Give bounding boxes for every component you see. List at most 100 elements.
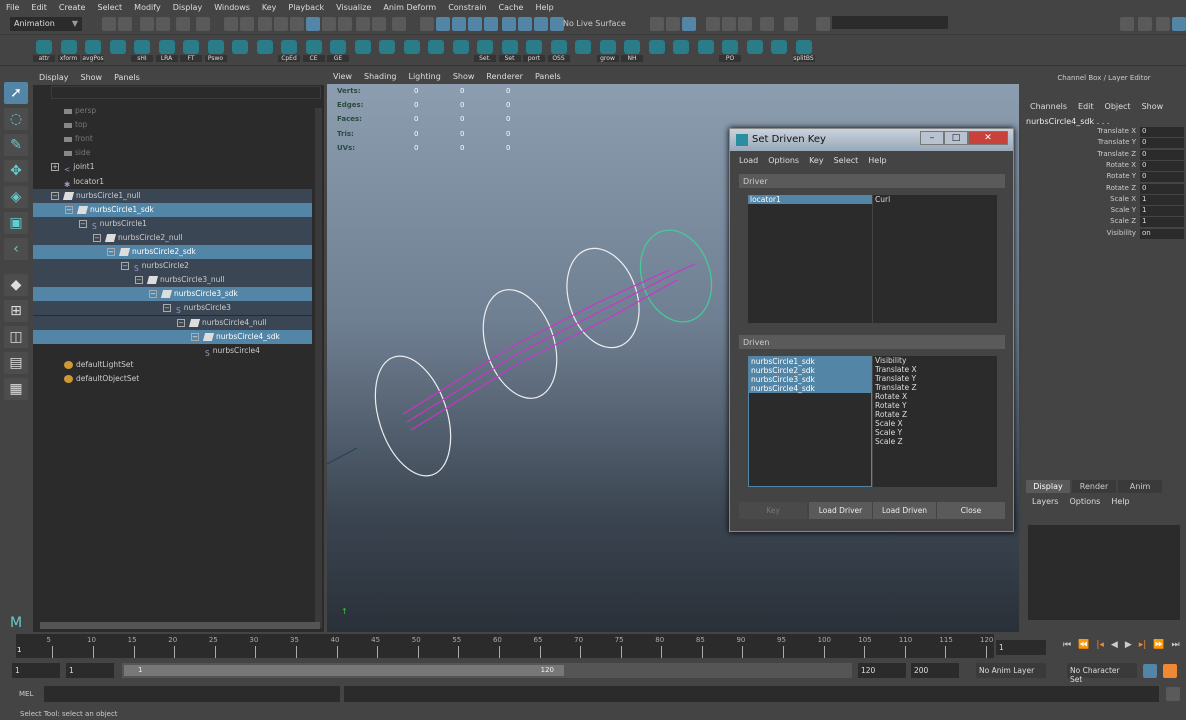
menu-anim-deform[interactable]: Anim Deform: [377, 0, 442, 15]
single-pane-layout-icon[interactable]: ◆: [4, 274, 28, 296]
list-item[interactable]: Translate Y: [873, 374, 997, 383]
menu-visualize[interactable]: Visualize: [330, 0, 377, 15]
shelf-button-pswo[interactable]: Pswo: [204, 40, 227, 64]
status-tool-icon[interactable]: [650, 17, 664, 31]
expand-toggle-icon[interactable]: −: [79, 219, 87, 228]
menu-constrain[interactable]: Constrain: [442, 0, 492, 15]
channel-menu-object[interactable]: Object: [1105, 102, 1131, 111]
menu-cache[interactable]: Cache: [493, 0, 530, 15]
status-tool-icon[interactable]: [224, 17, 238, 31]
status-tool-icon[interactable]: [1156, 17, 1170, 31]
list-item[interactable]: Scale X: [873, 419, 997, 428]
shelf-button-ce[interactable]: CE: [302, 40, 325, 64]
outliner-item[interactable]: + < joint1: [33, 160, 312, 174]
expand-toggle-icon[interactable]: +: [51, 163, 59, 172]
outliner-menu-display[interactable]: Display: [33, 70, 75, 85]
rotate-tool-icon[interactable]: ◈: [4, 186, 28, 208]
layer-menu-layers[interactable]: Layers: [1032, 497, 1058, 506]
channel-value[interactable]: 1: [1140, 206, 1184, 217]
channel-value[interactable]: 0: [1140, 172, 1184, 183]
viewport-menu-lighting[interactable]: Lighting: [402, 70, 446, 84]
status-tool-icon[interactable]: [534, 17, 548, 31]
list-item[interactable]: Translate Z: [873, 383, 997, 392]
status-tool-icon[interactable]: [176, 17, 190, 31]
character-set-dropdown[interactable]: No Character Set: [1067, 663, 1137, 684]
dialog-menu-select[interactable]: Select: [829, 156, 864, 165]
shelf-button-po[interactable]: PO: [719, 40, 741, 64]
step-forward-key-icon[interactable]: ⏩: [1153, 640, 1164, 650]
channel-row[interactable]: Scale Z 1: [1022, 217, 1184, 228]
status-tool-icon[interactable]: [356, 17, 370, 31]
outliner-item[interactable]: SnurbsCircle4: [33, 344, 312, 358]
list-item[interactable]: Rotate Z: [873, 410, 997, 419]
outliner-item[interactable]: − nurbsCircle1_null: [33, 188, 312, 203]
viewport-menu-panels[interactable]: Panels: [529, 70, 567, 84]
outliner-item[interactable]: defaultObjectSet: [33, 372, 312, 386]
script-editor-icon[interactable]: [1166, 687, 1180, 701]
status-tool-icon[interactable]: [468, 17, 482, 31]
channel-value[interactable]: 0: [1140, 160, 1184, 171]
dialog-menu-load[interactable]: Load: [734, 156, 763, 165]
minimize-button[interactable]: –: [920, 131, 944, 145]
status-tool-icon[interactable]: [258, 17, 272, 31]
channel-name[interactable]: Translate X: [1097, 127, 1136, 135]
status-tool-icon[interactable]: [156, 17, 170, 31]
channel-name[interactable]: Rotate X: [1106, 161, 1136, 169]
channel-value[interactable]: 1: [1140, 217, 1184, 228]
name-field[interactable]: [832, 16, 948, 29]
two-pane-layout-icon[interactable]: ◫: [4, 326, 28, 348]
shelf-button[interactable]: [376, 40, 398, 64]
step-back-frame-icon[interactable]: |◂: [1096, 640, 1104, 650]
outliner-menu-show[interactable]: Show: [75, 70, 109, 85]
four-pane-layout-icon[interactable]: ⊞: [4, 300, 28, 322]
driven-object-list[interactable]: nurbsCircle1_sdk nurbsCircle2_sdk nurbsCir…: [748, 356, 872, 487]
shelf-button[interactable]: [254, 40, 276, 64]
list-item[interactable]: Scale Z: [873, 437, 997, 446]
shelf-button[interactable]: [401, 40, 423, 64]
channel-menu-show[interactable]: Show: [1142, 102, 1164, 111]
status-tool-icon[interactable]: [1172, 17, 1186, 31]
list-item[interactable]: Curl: [873, 195, 997, 204]
menu-playback[interactable]: Playback: [282, 0, 330, 15]
channel-row[interactable]: Translate Y 0: [1022, 138, 1184, 149]
shelf-button[interactable]: [670, 40, 692, 64]
expand-toggle-icon[interactable]: −: [135, 276, 143, 285]
shelf-button-cped[interactable]: CpEd: [278, 40, 300, 64]
status-tool-icon[interactable]: [420, 17, 434, 31]
channel-menu-channels[interactable]: Channels: [1030, 102, 1067, 111]
menu-create[interactable]: Create: [53, 0, 92, 15]
go-to-start-icon[interactable]: ⏮: [1063, 640, 1071, 650]
channel-name[interactable]: Translate Y: [1098, 138, 1136, 146]
expand-toggle-icon[interactable]: −: [177, 318, 185, 327]
channel-row[interactable]: Scale Y 1: [1022, 206, 1184, 217]
load-driver-button[interactable]: Load Driver: [809, 502, 872, 519]
auto-key-icon[interactable]: [1143, 664, 1157, 678]
outliner-scrollbar[interactable]: [315, 108, 322, 628]
expand-toggle-icon[interactable]: −: [65, 205, 73, 214]
menu-edit[interactable]: Edit: [25, 0, 53, 15]
channel-name[interactable]: Rotate Z: [1106, 184, 1136, 192]
outliner-item[interactable]: − nurbsCircle3_null: [33, 273, 312, 288]
layer-list[interactable]: [1028, 525, 1180, 620]
outliner-item[interactable]: − nurbsCircle2_sdk: [33, 245, 312, 259]
move-tool-icon[interactable]: ✥: [4, 160, 28, 182]
tab-render[interactable]: Render: [1072, 480, 1116, 493]
graph-layout-icon[interactable]: ▦: [4, 378, 28, 400]
command-input[interactable]: [44, 686, 340, 702]
key-button[interactable]: Key: [739, 502, 807, 519]
channel-row[interactable]: Rotate Y 0: [1022, 172, 1184, 183]
shelf-button-lra[interactable]: LRA: [155, 40, 178, 64]
driver-attribute-list[interactable]: Curl: [873, 195, 997, 323]
dialog-menu-key[interactable]: Key: [804, 156, 829, 165]
list-item[interactable]: Visibility: [873, 356, 997, 365]
status-tool-icon[interactable]: [1138, 17, 1152, 31]
status-tool-icon[interactable]: [290, 17, 304, 31]
close-button[interactable]: Close: [937, 502, 1005, 519]
status-tool-icon[interactable]: [338, 17, 352, 31]
shelf-button-set[interactable]: Set.: [474, 40, 496, 64]
shelf-button-port[interactable]: port: [523, 40, 545, 64]
channel-value[interactable]: 0: [1140, 127, 1184, 137]
outliner-hscrollbar[interactable]: [40, 622, 320, 629]
select-tool-icon[interactable]: ➚: [4, 82, 28, 104]
shelf-button-xform[interactable]: xform: [57, 40, 80, 64]
